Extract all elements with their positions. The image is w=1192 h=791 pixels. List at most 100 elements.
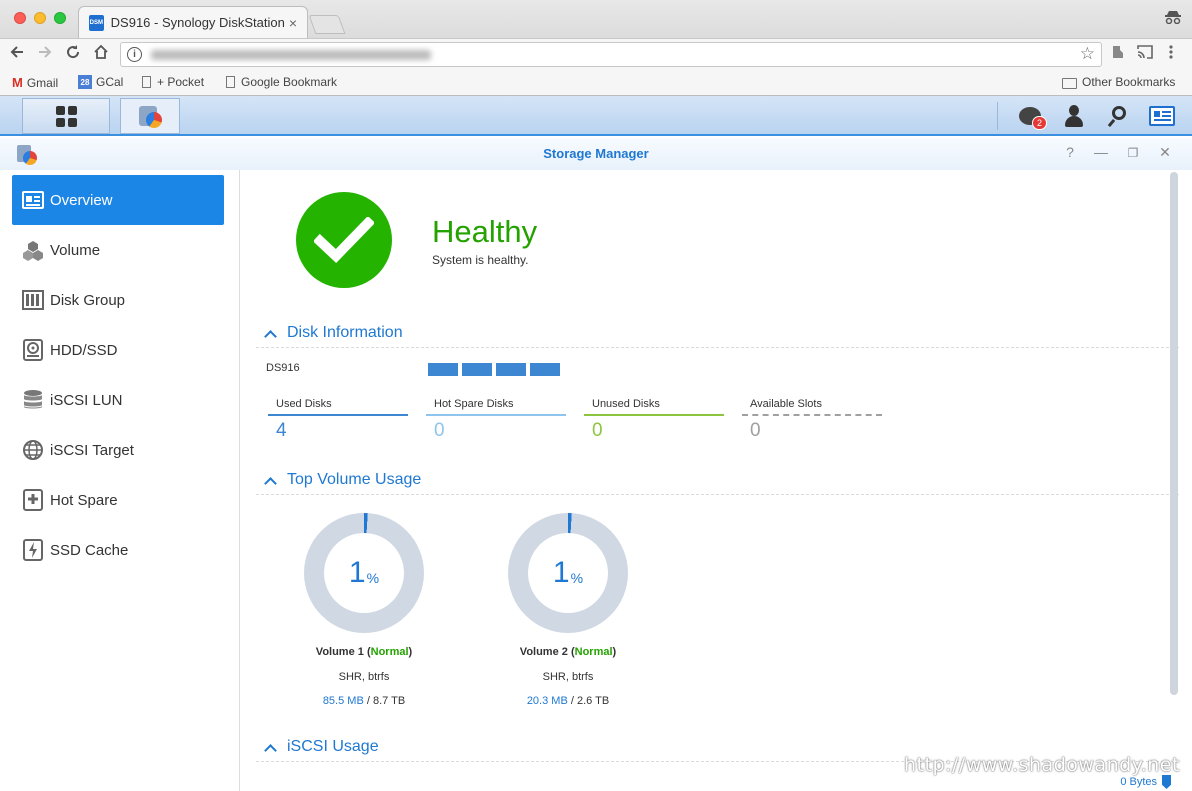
notification-icon: 2 — [1019, 107, 1047, 130]
bookmark-gcal[interactable]: 28 GCal — [78, 75, 123, 89]
home-icon[interactable] — [90, 44, 112, 64]
section-iscsi-usage[interactable]: iSCSI Usage — [264, 738, 379, 757]
disk-slot[interactable] — [496, 363, 526, 376]
hot-spare-icon — [22, 489, 44, 511]
minimize-icon[interactable]: — — [1093, 144, 1109, 160]
incognito-icon — [1164, 10, 1182, 27]
volume-2-name[interactable]: Volume 2 (Normal) — [468, 646, 668, 658]
volume-status: Normal — [370, 646, 409, 658]
bookmark-label: GCal — [96, 75, 124, 89]
overview-panel: Healthy System is healthy. Disk Informat… — [241, 170, 1179, 791]
stat-underline — [426, 414, 566, 416]
stat-unused-disks: Unused Disks 0 — [584, 398, 724, 450]
minimize-window-button[interactable] — [34, 12, 46, 24]
volume-icon — [22, 239, 44, 261]
sidebar-item-label: HDD/SSD — [50, 341, 118, 359]
extension-icon[interactable] — [1110, 44, 1126, 64]
sidebar-item-volume[interactable]: Volume — [12, 225, 224, 275]
screen: DSM DS916 - Synology DiskStation × i ☆ M… — [0, 0, 1192, 791]
healthy-check-icon — [296, 192, 392, 288]
tab-close-icon[interactable]: × — [289, 15, 297, 31]
sidebar-item-label: iSCSI Target — [50, 441, 134, 459]
sidebar-item-hdd-ssd[interactable]: HDD/SSD — [12, 325, 224, 375]
stat-value: 0 — [750, 420, 761, 441]
volume-used: 85.5 MB — [322, 695, 364, 707]
section-top-volume-usage[interactable]: Top Volume Usage — [264, 471, 422, 490]
sidebar-item-label: Disk Group — [50, 291, 126, 309]
volume-1-usage-donut[interactable]: 1% — [304, 513, 424, 633]
stat-underline — [268, 414, 408, 416]
window-traffic-lights — [14, 12, 66, 24]
disk-slot[interactable] — [530, 363, 560, 376]
widgets-button[interactable] — [1142, 98, 1182, 134]
sidebar-item-ssd-cache[interactable]: SSD Cache — [12, 525, 224, 575]
disk-slot[interactable] — [428, 363, 458, 376]
section-title: Top Volume Usage — [287, 471, 422, 488]
donut-center: 1% — [324, 533, 404, 613]
sidebar-item-overview[interactable]: Overview — [12, 175, 224, 225]
disk-slot[interactable] — [462, 363, 492, 376]
volume-name: Volume 2 — [519, 646, 568, 658]
chevron-up-icon — [264, 329, 277, 343]
sidebar-item-disk-group[interactable]: Disk Group — [12, 275, 224, 325]
bookmark-label: Gmail — [26, 75, 59, 90]
help-icon[interactable]: ? — [1062, 144, 1078, 160]
forward-arrow-icon[interactable] — [34, 44, 56, 64]
back-arrow-icon[interactable] — [6, 44, 28, 64]
iscsi-usage-value: 0 Bytes — [1120, 776, 1157, 788]
volume-1-name[interactable]: Volume 1 (Normal) — [264, 646, 464, 658]
user-button[interactable] — [1054, 98, 1094, 134]
gmail-icon: M — [12, 75, 23, 90]
window-title-bar[interactable]: Storage Manager ? — ❐ ✕ — [0, 138, 1192, 170]
maximize-window-button[interactable] — [54, 12, 66, 24]
other-bookmarks-label: Other Bookmarks — [1082, 75, 1176, 89]
section-disk-information[interactable]: Disk Information — [264, 324, 403, 343]
storage-manager-icon — [137, 103, 163, 129]
iscsi-target-icon — [22, 439, 44, 461]
taskbar-storage-manager[interactable] — [120, 98, 180, 134]
bookmark-label: Google Bookmark — [241, 75, 338, 89]
usage-percent: 1 — [552, 556, 570, 589]
other-bookmarks[interactable]: Other Bookmarks — [1062, 75, 1175, 89]
sidebar-item-label: SSD Cache — [50, 541, 129, 559]
usage-percent: 1 — [348, 556, 366, 589]
content-scrollbar[interactable] — [1170, 172, 1178, 695]
bookmark-gmail[interactable]: M Gmail — [12, 75, 58, 90]
volume-status: Normal — [574, 646, 613, 658]
close-icon[interactable]: ✕ — [1157, 144, 1173, 161]
main-menu-button[interactable] — [22, 98, 110, 134]
bookmark-star-icon[interactable]: ☆ — [1080, 44, 1095, 64]
new-tab-button[interactable] — [308, 15, 346, 34]
address-bar[interactable]: i ☆ — [120, 42, 1102, 67]
tab-title: DS916 - Synology DiskStation — [110, 15, 285, 30]
page-icon — [142, 76, 151, 88]
sidebar-item-iscsi-lun[interactable]: iSCSI LUN — [12, 375, 224, 425]
search-button[interactable] — [1098, 98, 1138, 134]
widgets-icon — [1149, 106, 1175, 126]
bookmark-pocket[interactable]: + Pocket — [142, 75, 204, 89]
divider — [256, 494, 1179, 495]
stat-used-disks: Used Disks 4 — [268, 398, 408, 450]
restore-icon[interactable]: ❐ — [1125, 146, 1141, 160]
volume-name: Volume 1 — [315, 646, 364, 658]
browser-menu-icon[interactable] — [1168, 44, 1174, 64]
taskbar-divider — [997, 102, 998, 130]
sidebar-item-label: Volume — [50, 241, 101, 259]
site-info-icon[interactable]: i — [127, 47, 142, 62]
health-status: Healthy — [432, 214, 538, 249]
sidebar-item-hot-spare[interactable]: Hot Spare — [12, 475, 224, 525]
sidebar-item-iscsi-target[interactable]: iSCSI Target — [12, 425, 224, 475]
health-message: System is healthy. — [432, 253, 529, 267]
bookmarks-bar: M Gmail 28 GCal + Pocket Google Bookmark… — [0, 70, 1192, 96]
notifications-button[interactable]: 2 — [1010, 98, 1050, 134]
stat-label: Hot Spare Disks — [434, 398, 514, 410]
cast-icon[interactable] — [1136, 44, 1154, 64]
close-window-button[interactable] — [14, 12, 26, 24]
stat-label: Used Disks — [276, 398, 332, 410]
bookmark-google[interactable]: Google Bookmark — [226, 75, 337, 89]
browser-tab-active[interactable]: DSM DS916 - Synology DiskStation × — [78, 6, 308, 38]
disk-group-icon — [22, 289, 44, 311]
reload-icon[interactable] — [62, 44, 84, 64]
stat-underline — [584, 414, 724, 416]
volume-2-usage-donut[interactable]: 1% — [508, 513, 628, 633]
